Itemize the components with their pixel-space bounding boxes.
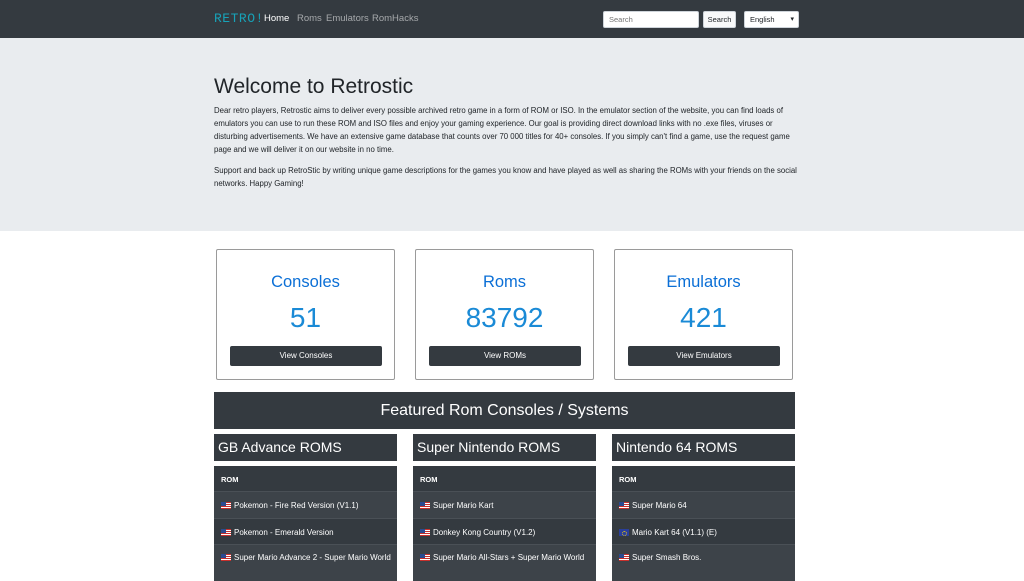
us-flag-icon [420, 502, 430, 509]
table-row[interactable]: Super Mario Advance 2 - Super Mario Worl… [214, 545, 397, 581]
view-consoles-button[interactable]: View Consoles [230, 346, 382, 366]
consoles-card: Consoles 51 View Consoles [216, 249, 395, 380]
view-emulators-button[interactable]: View Emulators [628, 346, 780, 366]
brand-logo[interactable]: RETRO! [214, 11, 264, 26]
us-flag-icon [619, 554, 629, 561]
eu-flag-icon [619, 529, 629, 536]
table-header: ROM [612, 466, 795, 492]
table-row[interactable]: Super Smash Bros. [612, 545, 795, 581]
table-row[interactable]: Super Mario Kart [413, 492, 596, 519]
rom-link[interactable]: Super Mario Advance 2 - Super Mario Worl… [234, 552, 391, 564]
search-button[interactable]: Search [703, 11, 736, 28]
n64-roms-table: ROM Super Mario 64 Mario Kart 64 (V1.1) … [612, 466, 795, 581]
nav-emulators[interactable]: Emulators [326, 13, 369, 24]
us-flag-icon [221, 529, 231, 536]
rom-link[interactable]: Super Mario Kart [433, 500, 493, 512]
featured-heading: Featured Rom Consoles / Systems [214, 392, 795, 429]
table-header: ROM [413, 466, 596, 492]
card-count: 83792 [465, 302, 544, 333]
table-row[interactable]: Mario Kart 64 (V1.1) (E) [612, 519, 795, 545]
snes-roms-table: ROM Super Mario Kart Donkey Kong Country… [413, 466, 596, 581]
card-title: Emulators [666, 273, 741, 291]
us-flag-icon [420, 529, 430, 536]
chevron-down-icon: ▾ [790, 16, 794, 23]
language-select[interactable]: English ▾ [744, 11, 799, 28]
us-flag-icon [221, 554, 231, 561]
language-value: English [750, 15, 775, 24]
table-header: ROM [214, 466, 397, 492]
table-row[interactable]: Pokemon - Emerald Version [214, 519, 397, 545]
navbar: RETRO! Home Roms Emulators RomHacks Sear… [0, 0, 1024, 38]
us-flag-icon [619, 502, 629, 509]
gba-roms-table: ROM Pokemon - Fire Red Version (V1.1) Po… [214, 466, 397, 581]
rom-link[interactable]: Super Mario All-Stars + Super Mario Worl… [433, 552, 584, 564]
table-row[interactable]: Donkey Kong Country (V1.2) [413, 519, 596, 545]
view-roms-button[interactable]: View ROMs [429, 346, 581, 366]
us-flag-icon [420, 554, 430, 561]
rom-link[interactable]: Pokemon - Fire Red Version (V1.1) [234, 500, 359, 512]
table-row[interactable]: Pokemon - Fire Red Version (V1.1) [214, 492, 397, 519]
search-input[interactable] [603, 11, 699, 28]
snes-roms-heading[interactable]: Super Nintendo ROMS [413, 434, 596, 461]
emulators-card: Emulators 421 View Emulators [614, 249, 793, 380]
table-row[interactable]: Super Mario 64 [612, 492, 795, 519]
page-title: Welcome to Retrostic [214, 75, 414, 98]
card-title: Roms [482, 273, 527, 291]
card-count: 51 [289, 302, 322, 333]
rom-link[interactable]: Mario Kart 64 (V1.1) (E) [632, 527, 717, 539]
rom-link[interactable]: Super Mario 64 [632, 500, 687, 512]
rom-link[interactable]: Super Smash Bros. [632, 552, 701, 564]
card-title: Consoles [271, 273, 340, 291]
roms-card: Roms 83792 View ROMs [415, 249, 594, 380]
nav-romhacks[interactable]: RomHacks [372, 13, 418, 24]
nav-home[interactable]: Home [264, 13, 289, 24]
nav-roms[interactable]: Roms [297, 13, 322, 24]
rom-link[interactable]: Pokemon - Emerald Version [234, 527, 334, 539]
n64-roms-heading[interactable]: Nintendo 64 ROMS [612, 434, 795, 461]
support-paragraph: Support and back up RetroStic by writing… [214, 166, 797, 188]
rom-link[interactable]: Donkey Kong Country (V1.2) [433, 527, 535, 539]
us-flag-icon [221, 502, 231, 509]
table-row[interactable]: Super Mario All-Stars + Super Mario Worl… [413, 545, 596, 581]
welcome-section: Welcome to Retrostic Dear retro players,… [0, 38, 1024, 231]
card-count: 421 [680, 302, 727, 333]
gba-roms-heading[interactable]: GB Advance ROMS [214, 434, 397, 461]
intro-paragraph: Dear retro players, Retrostic aims to de… [214, 106, 790, 154]
